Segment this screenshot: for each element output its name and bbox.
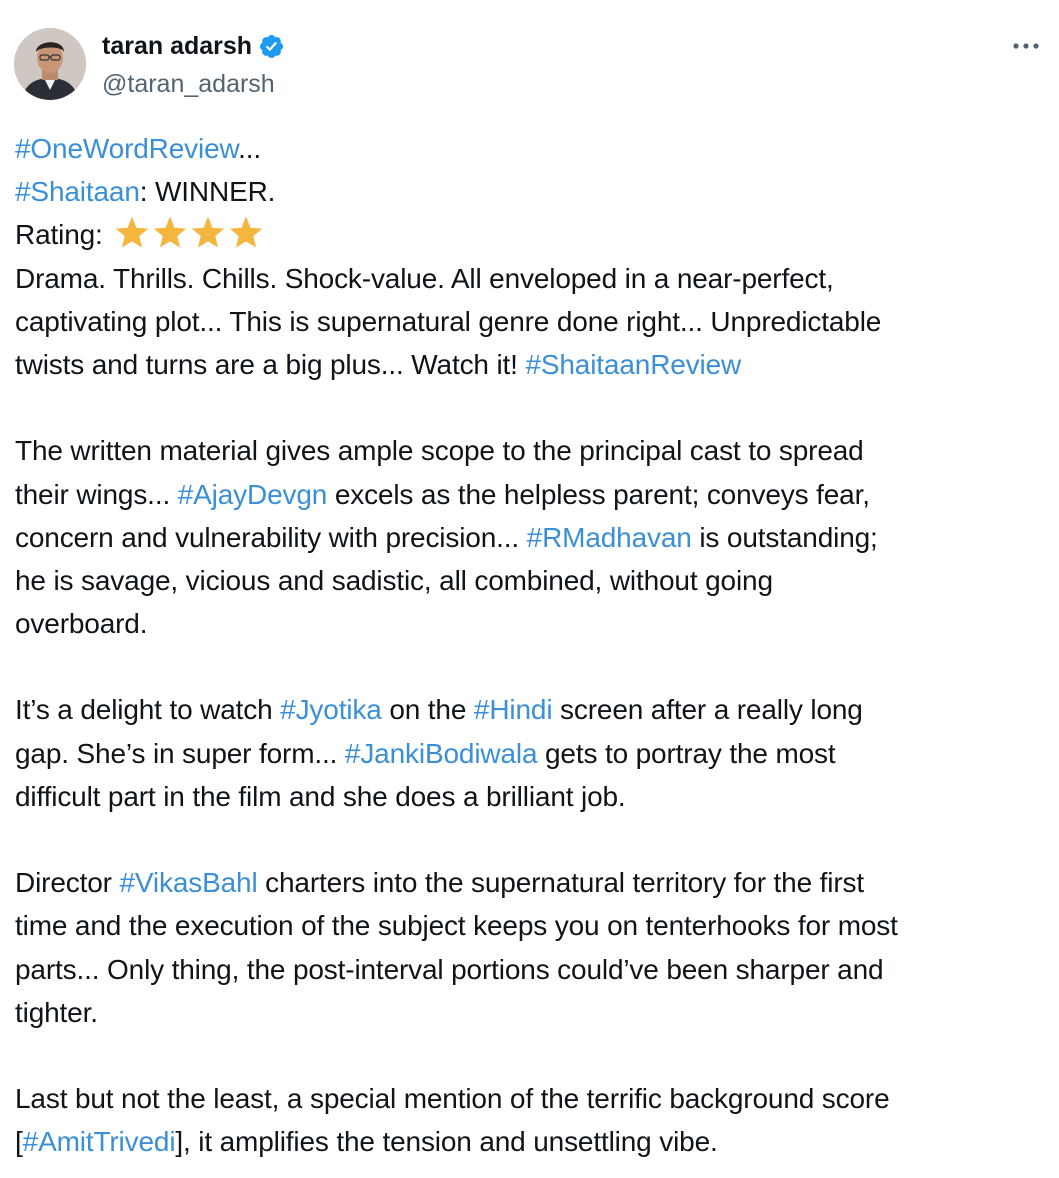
author-handle[interactable]: @taran_adarsh: [102, 68, 275, 100]
text-segment: screen after a really long: [552, 694, 863, 726]
text-line: twists and turns are a big plus... Watch…: [15, 343, 1045, 386]
star-icon: [152, 215, 188, 249]
text-line: tighter.: [15, 996, 98, 1028]
text-line: their wings... #AjayDevgn excels as the …: [15, 473, 1045, 516]
text-segment: : WINNER.: [139, 176, 276, 208]
text-line: time and the execution of the subject ke…: [15, 910, 898, 942]
text-segment: ], it amplifies the tension and unsettli…: [175, 1126, 718, 1158]
text-line: #OneWordReview...: [15, 127, 1045, 170]
star-icon: [114, 215, 150, 249]
text-line: #Shaitaan: WINNER.: [15, 170, 1045, 213]
hashtag-link[interactable]: #Jyotika: [280, 694, 382, 725]
text-line: It’s a delight to watch #Jyotika on the …: [15, 688, 1045, 731]
author-display-name[interactable]: taran adarsh: [102, 30, 252, 62]
hashtag-link[interactable]: #VikasBahl: [119, 867, 257, 898]
star-icon: [228, 215, 264, 249]
tweet-text: #OneWordReview... #Shaitaan: WINNER. Rat…: [15, 127, 1045, 1164]
text-segment: twists and turns are a big plus... Watch…: [15, 348, 526, 380]
text-segment: [: [15, 1126, 23, 1158]
text-line: parts... Only thing, the post-interval p…: [15, 953, 884, 985]
text-line: [#AmitTrivedi], it amplifies the tension…: [15, 1120, 1045, 1163]
author-avatar[interactable]: [14, 28, 86, 100]
text-line: gap. She’s in super form... #JankiBodiwa…: [15, 732, 1045, 775]
text-segment: excels as the helpless parent; conveys f…: [327, 478, 870, 510]
hashtag-link[interactable]: #ShaitaanReview: [525, 349, 741, 380]
text-segment: on the: [381, 694, 474, 726]
text-segment: gets to portray the most: [537, 737, 836, 769]
text-segment: ...: [238, 133, 261, 164]
text-line: Last but not the least, a special mentio…: [15, 1083, 890, 1115]
avatar-portrait-icon: [14, 28, 86, 100]
hashtag-link[interactable]: #Shaitaan: [15, 176, 140, 207]
text-segment: Director: [15, 867, 120, 899]
hashtag-link[interactable]: #RMadhavan: [527, 522, 692, 553]
text-line: he is savage, vicious and sadistic, all …: [15, 564, 773, 596]
hashtag-link[interactable]: #Hindi: [474, 694, 553, 725]
text-segment: concern and vulnerability with precision…: [15, 521, 527, 553]
author-name-row: taran adarsh: [102, 30, 285, 62]
text-line: concern and vulnerability with precision…: [15, 516, 1045, 559]
text-segment: is outstanding;: [691, 521, 878, 553]
hashtag-link[interactable]: #AmitTrivedi: [23, 1126, 176, 1157]
text-segment: It’s a delight to watch: [15, 694, 281, 726]
more-horizontal-icon[interactable]: [1008, 34, 1044, 58]
text-segment: gap. She’s in super form...: [15, 737, 345, 769]
text-segment: charters into the supernatural territory…: [257, 867, 864, 899]
hashtag-link[interactable]: #JankiBodiwala: [345, 738, 538, 769]
star-icon: [190, 215, 226, 249]
text-segment: their wings...: [15, 478, 178, 510]
tweet-card: taran adarsh @taran_adarsh #OneWordRevie…: [0, 0, 1059, 1178]
text-line: overboard.: [15, 608, 148, 640]
verified-badge-icon[interactable]: [258, 33, 285, 60]
tweet-header: taran adarsh @taran_adarsh: [14, 28, 1044, 108]
hashtag-link[interactable]: #OneWordReview: [15, 133, 238, 164]
hashtag-link[interactable]: #AjayDevgn: [178, 479, 328, 510]
text-line: The written material gives ample scope t…: [15, 435, 864, 467]
rating-label: Rating:: [15, 219, 103, 251]
rating-stars: [114, 215, 264, 249]
text-line: Drama. Thrills. Chills. Shock-value. All…: [15, 262, 834, 294]
text-line: difficult part in the film and she does …: [15, 780, 626, 812]
text-line: captivating plot... This is supernatural…: [15, 305, 882, 337]
text-line: Director #VikasBahl charters into the su…: [15, 861, 1045, 904]
rating-line: Rating:: [15, 213, 1045, 256]
